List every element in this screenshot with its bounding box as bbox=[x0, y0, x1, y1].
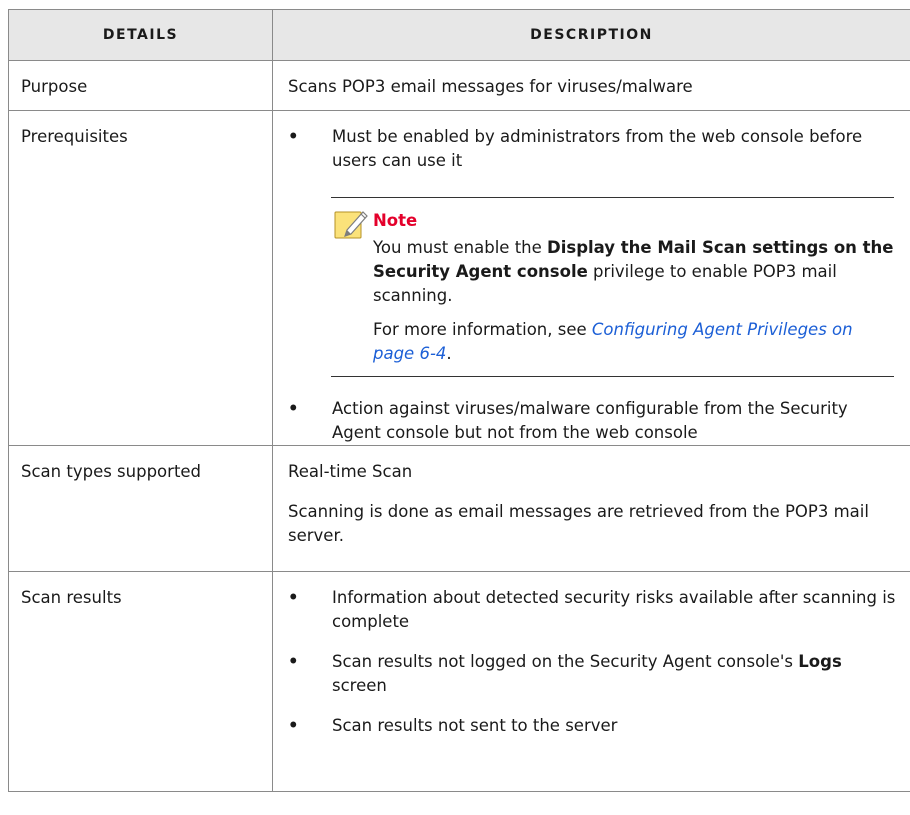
note-paragraph: For more information, see Configuring Ag… bbox=[373, 318, 894, 366]
bullet-marker: • bbox=[288, 652, 299, 671]
note-callout: Note You must enable the Display the Mai… bbox=[331, 197, 894, 377]
note-text: For more information, see bbox=[373, 320, 592, 339]
bullet-text: Scan results not logged on the Security … bbox=[332, 650, 910, 698]
logs-screen-name: Logs bbox=[798, 652, 842, 671]
purpose-label: Purpose bbox=[8, 60, 273, 111]
table-header-row: Details Description bbox=[8, 9, 910, 61]
list-item: • Must be enabled by administrators from… bbox=[288, 125, 910, 173]
table-row-scan-types: Scan types supported Real-time Scan Scan… bbox=[8, 445, 910, 572]
bullet-text: Scan results not sent to the server bbox=[332, 716, 618, 735]
note-title: Note bbox=[373, 211, 418, 230]
list-item: • Scan results not logged on the Securit… bbox=[288, 650, 910, 698]
header-description: Description bbox=[272, 9, 910, 61]
bullet-marker: • bbox=[288, 716, 299, 735]
purpose-value: Scans POP3 email messages for viruses/ma… bbox=[272, 60, 910, 111]
scan-types-description: Real-time Scan Scanning is done as email… bbox=[272, 445, 910, 572]
bullet-text-part: Scan results not logged on the Security … bbox=[332, 652, 799, 671]
scan-type-name: Real-time Scan bbox=[288, 462, 413, 481]
bullet-marker: • bbox=[288, 399, 299, 418]
prerequisites-description: • Must be enabled by administrators from… bbox=[272, 110, 910, 446]
bullet-text: Information about detected security risk… bbox=[332, 588, 896, 631]
scan-results-description: • Information about detected security ri… bbox=[272, 571, 910, 792]
note-paragraph: You must enable the Display the Mail Sca… bbox=[373, 236, 894, 308]
list-item: • Action against viruses/malware configu… bbox=[288, 397, 910, 445]
note-text: You must enable the bbox=[373, 238, 548, 257]
bullet-text: Action against viruses/malware configura… bbox=[332, 399, 848, 442]
prerequisites-label: Prerequisites bbox=[8, 110, 273, 446]
details-table: Details Description Purpose Scans POP3 e… bbox=[8, 9, 910, 792]
bullet-marker: • bbox=[288, 127, 299, 146]
bullet-text: Must be enabled by administrators from t… bbox=[332, 127, 863, 170]
scan-results-label: Scan results bbox=[8, 571, 273, 792]
table-row-scan-results: Scan results • Information about detecte… bbox=[8, 571, 910, 792]
bullet-marker: • bbox=[288, 588, 299, 607]
scan-type-detail: Scanning is done as email messages are r… bbox=[288, 502, 869, 545]
list-item: • Information about detected security ri… bbox=[288, 586, 910, 634]
scan-types-label: Scan types supported bbox=[8, 445, 273, 572]
table-row-purpose: Purpose Scans POP3 email messages for vi… bbox=[8, 60, 910, 111]
bullet-text-part: screen bbox=[332, 676, 387, 695]
header-details: Details bbox=[8, 9, 273, 61]
table-row-prerequisites: Prerequisites • Must be enabled by admin… bbox=[8, 110, 910, 446]
note-text: . bbox=[446, 344, 452, 363]
list-item: • Scan results not sent to the server bbox=[288, 714, 910, 738]
note-pencil-icon bbox=[334, 211, 368, 239]
